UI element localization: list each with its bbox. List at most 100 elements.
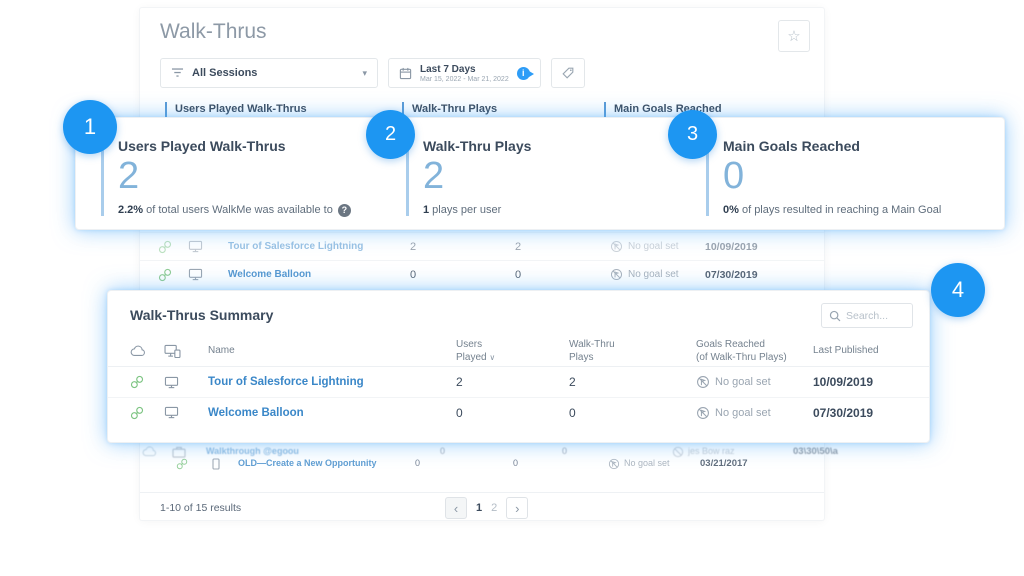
goal-status-text: jes Bow raz <box>688 446 735 456</box>
table-row[interactable]: Welcome Balloon 0 0 No goal set 07/30/20… <box>108 397 929 427</box>
chevron-right-icon: › <box>515 501 519 516</box>
table-row[interactable]: Tour of Salesforce Lightning 2 2 No goal… <box>108 367 929 397</box>
walkthru-plays-value: 2 <box>569 375 696 389</box>
stat-header-walkthru-plays: Walk-Thru Plays <box>402 102 497 117</box>
date-range-value: Mar 15, 2022 - Mar 21, 2022 <box>420 76 509 83</box>
screenshot-canvas: Walk-Thrus ☆ All Sessions ▾ Last 7 Days … <box>0 0 1024 576</box>
no-goal-icon <box>610 240 623 253</box>
star-icon: ☆ <box>787 27 800 45</box>
callout-badge-3: 3 <box>668 110 717 159</box>
chevron-down-icon: ▾ <box>362 68 367 79</box>
walkthru-plays-value: 0 <box>562 446 567 456</box>
goal-status-text: No goal set <box>715 407 771 419</box>
goal-status-text: No goal set <box>624 458 670 468</box>
last-published-value: 07/30/2019 <box>705 269 824 281</box>
walkme-insights-page: Walk-Thrus ☆ All Sessions ▾ Last 7 Days … <box>140 8 824 520</box>
walkthru-plays-value: 0 <box>515 269 610 281</box>
users-played-value: 0 <box>410 269 515 281</box>
metric-note: 0% of plays resulted in reaching a Main … <box>723 204 991 216</box>
link-icon <box>158 268 188 282</box>
link-icon <box>130 406 164 420</box>
cloud-icon <box>142 446 157 457</box>
stat-header-users-played: Users Played Walk-Thrus <box>165 102 307 117</box>
link-icon <box>130 375 164 389</box>
date-range-text: Last 7 Days Mar 15, 2022 - Mar 21, 2022 <box>420 64 509 83</box>
walkthru-name-link[interactable]: Welcome Balloon <box>208 407 456 419</box>
metric-value: 2 <box>423 157 686 197</box>
metric-value: 2 <box>118 157 396 197</box>
goal-status-text: No goal set <box>715 376 771 388</box>
page-2-button[interactable]: 2 <box>491 502 497 514</box>
last-published-value: 10/09/2019 <box>813 375 907 389</box>
cloud-icon <box>130 345 164 357</box>
users-played-value: 0 <box>440 446 445 456</box>
walkthru-name-link[interactable]: Walkthrough @egoou <box>206 446 299 456</box>
prev-page-button[interactable]: ‹ <box>445 497 467 519</box>
column-header-goals-reached[interactable]: Goals Reached (of Walk-Thru Plays) <box>696 338 813 364</box>
tags-filter-button[interactable] <box>551 58 585 88</box>
walkthru-name-link[interactable]: Tour of Salesforce Lightning <box>208 376 456 388</box>
tag-icon <box>561 66 575 80</box>
metric-note: 2.2% of total users WalkMe was available… <box>118 204 396 217</box>
favorite-button[interactable]: ☆ <box>778 20 810 52</box>
pager: ‹ 1 2 › <box>445 497 528 519</box>
no-goal-icon <box>610 268 623 281</box>
metric-note: 1 plays per user <box>423 204 686 216</box>
link-icon <box>176 458 188 470</box>
users-played-value: 2 <box>410 241 515 253</box>
sessions-filter-dropdown[interactable]: All Sessions ▾ <box>160 58 378 88</box>
metric-title: Users Played Walk-Thrus <box>118 138 396 154</box>
metric-walkthru-plays: Walk-Thru Plays 2 1 plays per user <box>406 138 686 216</box>
chevron-left-icon: ‹ <box>454 501 458 516</box>
last-published-value: 03/21/2017 <box>700 458 748 469</box>
goal-status-text: No goal set <box>628 269 679 280</box>
summary-table-header: Name Users Played ∨ Walk-Thru Plays Goal… <box>108 335 929 367</box>
callout-badge-2: 2 <box>366 110 415 159</box>
metric-title: Main Goals Reached <box>723 138 991 154</box>
last-published-value: 10/09/2019 <box>705 241 824 253</box>
walkthrus-summary-card: Walk-Thrus Summary Name Users Played ∨ W… <box>107 290 930 443</box>
walkthru-plays-value: 0 <box>513 458 518 468</box>
results-count: 1-10 of 15 results <box>160 502 241 514</box>
last-published-value: 03\30\50\a <box>793 446 838 457</box>
metric-title: Walk-Thru Plays <box>423 138 686 154</box>
table-row[interactable]: Welcome Balloon 0 0 No goal set 07/30/20… <box>140 260 824 288</box>
sort-descending-icon: ∨ <box>489 353 495 362</box>
info-icon[interactable]: i <box>517 67 530 80</box>
table-row[interactable]: Tour of Salesforce Lightning 2 2 No goal… <box>140 232 824 260</box>
page-1-button[interactable]: 1 <box>476 502 482 514</box>
walkthru-name-link[interactable]: Tour of Salesforce Lightning <box>228 241 410 252</box>
users-played-value: 2 <box>456 375 569 389</box>
last-published-value: 07/30/2019 <box>813 406 907 420</box>
walkthru-plays-value: 2 <box>515 241 610 253</box>
users-played-value: 0 <box>456 406 569 420</box>
no-goal-icon <box>696 375 710 389</box>
metric-users-played: Users Played Walk-Thrus 2 2.2% of total … <box>101 138 396 216</box>
column-header-last-published[interactable]: Last Published <box>813 344 907 357</box>
callout-badge-1: 1 <box>63 100 117 154</box>
column-header-walkthru-plays[interactable]: Walk-Thru Plays <box>569 338 696 364</box>
next-page-button[interactable]: › <box>506 497 528 519</box>
monitor-icon <box>164 376 208 389</box>
devices-icon <box>164 344 208 358</box>
link-icon <box>158 240 188 254</box>
sessions-filter-label: All Sessions <box>192 67 354 79</box>
no-goal-icon <box>672 446 684 458</box>
walkthru-name-link[interactable]: OLD—Create a New Opportunity <box>238 458 377 468</box>
date-range-picker[interactable]: Last 7 Days Mar 15, 2022 - Mar 21, 2022 … <box>388 58 541 88</box>
no-goal-icon <box>696 406 710 420</box>
search-box[interactable] <box>821 303 913 328</box>
monitor-icon <box>164 406 208 419</box>
monitor-icon <box>188 240 228 253</box>
help-icon[interactable]: ? <box>338 204 351 217</box>
callout-badge-4: 4 <box>931 263 985 317</box>
briefcase-icon <box>172 446 186 458</box>
walkthru-name-link[interactable]: Welcome Balloon <box>228 269 410 280</box>
table-row: OLD—Create a New Opportunity 0 0 No goal… <box>0 458 1024 472</box>
search-input[interactable] <box>846 310 905 322</box>
date-range-label: Last 7 Days <box>420 64 509 76</box>
column-header-name[interactable]: Name <box>208 344 456 357</box>
metric-main-goals: Main Goals Reached 0 0% of plays resulte… <box>706 138 991 216</box>
column-header-users-played[interactable]: Users Played ∨ <box>456 338 569 364</box>
filter-funnel-icon <box>171 67 184 79</box>
